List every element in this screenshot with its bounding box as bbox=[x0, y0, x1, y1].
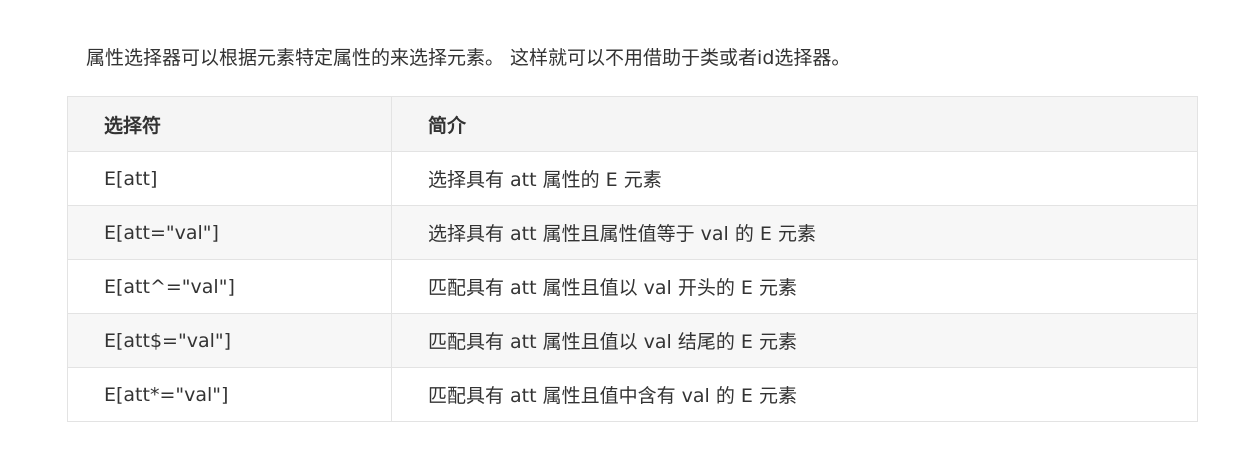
table-row: E[att$="val"] 匹配具有 att 属性且值以 val 结尾的 E 元… bbox=[67, 313, 1198, 368]
description-cell: 选择具有 att 属性的 E 元素 bbox=[391, 151, 1198, 206]
table-row: E[att*="val"] 匹配具有 att 属性且值中含有 val 的 E 元… bbox=[67, 367, 1198, 422]
table-header-row: 选择符 简介 bbox=[67, 96, 1198, 152]
description-cell: 匹配具有 att 属性且值以 val 开头的 E 元素 bbox=[391, 259, 1198, 314]
header-selector: 选择符 bbox=[67, 96, 392, 152]
intro-paragraph: 属性选择器可以根据元素特定属性的来选择元素。 这样就可以不用借助于类或者id选择… bbox=[86, 47, 851, 69]
selector-cell: E[att*="val"] bbox=[67, 367, 392, 422]
table-row: E[att^="val"] 匹配具有 att 属性且值以 val 开头的 E 元… bbox=[67, 259, 1198, 314]
selector-cell: E[att] bbox=[67, 151, 392, 206]
table-row: E[att] 选择具有 att 属性的 E 元素 bbox=[67, 151, 1198, 206]
description-cell: 匹配具有 att 属性且值以 val 结尾的 E 元素 bbox=[391, 313, 1198, 368]
selector-cell: E[att="val"] bbox=[67, 205, 392, 260]
description-cell: 匹配具有 att 属性且值中含有 val 的 E 元素 bbox=[391, 367, 1198, 422]
table-row: E[att="val"] 选择具有 att 属性且属性值等于 val 的 E 元… bbox=[67, 205, 1198, 260]
attribute-selector-table: 选择符 简介 E[att] 选择具有 att 属性的 E 元素 E[att="v… bbox=[67, 96, 1198, 422]
header-description: 简介 bbox=[391, 96, 1198, 152]
selector-cell: E[att$="val"] bbox=[67, 313, 392, 368]
description-cell: 选择具有 att 属性且属性值等于 val 的 E 元素 bbox=[391, 205, 1198, 260]
selector-cell: E[att^="val"] bbox=[67, 259, 392, 314]
